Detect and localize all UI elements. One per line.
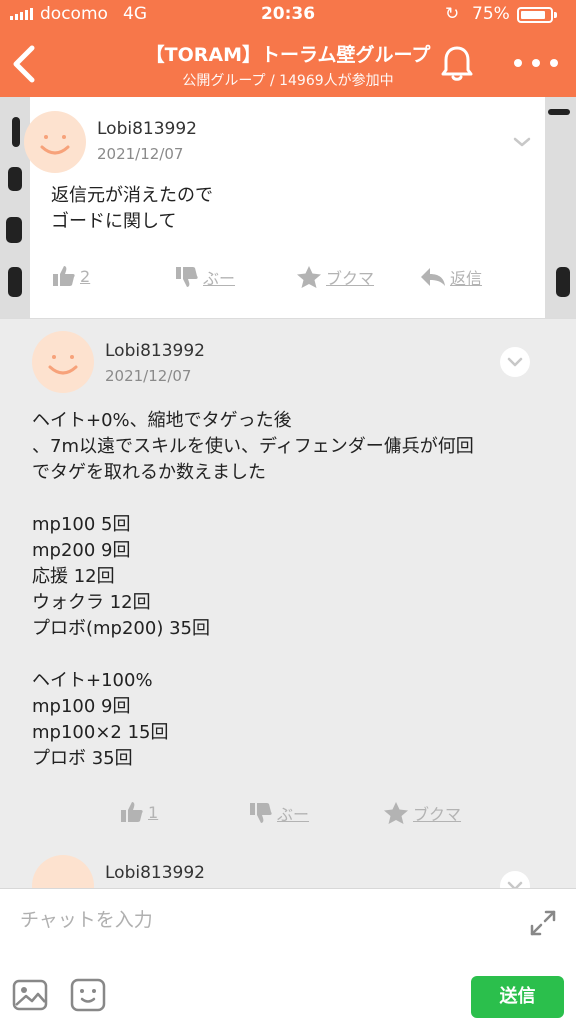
rotation-lock-icon: ↻ — [445, 4, 460, 24]
chevron-down-icon[interactable] — [500, 347, 530, 377]
message-card: Lobi813992 2021/12/07 ヘイト+0%、縮地でタゲった後 、7… — [0, 318, 576, 858]
group-title: 【TORAM】トーラム壁グループ — [145, 44, 431, 66]
username[interactable]: Lobi813992 — [105, 341, 205, 361]
bookmark-button[interactable]: ブクマ — [383, 801, 461, 825]
reply-label: 返信 — [450, 269, 483, 288]
star-icon — [384, 802, 408, 824]
message-card: Lobi813992 2021/12/07 返信元が消えたので ゴードに関して … — [24, 97, 545, 318]
group-subtitle: 公開グループ / 14969人が参加中 — [182, 73, 394, 89]
send-button[interactable]: 送信 — [471, 976, 564, 1018]
avatar[interactable] — [24, 111, 86, 173]
username[interactable]: Lobi813992 — [97, 119, 197, 139]
chat-input-bar: チャットを入力 送信 — [0, 888, 576, 1024]
message-text: ヘイト+0%、縮地でタゲった後 、7m以遠でスキルを使い、ディフェンダー傭兵が何… — [32, 410, 474, 769]
star-icon — [297, 266, 321, 288]
reply-icon — [421, 268, 445, 286]
back-icon[interactable] — [10, 44, 40, 84]
expand-icon[interactable] — [529, 909, 557, 937]
avatar[interactable] — [32, 331, 94, 393]
thumb-down-icon — [250, 803, 272, 823]
reply-button[interactable]: 返信 — [420, 265, 482, 289]
bookmark-label: ブクマ — [326, 269, 375, 288]
thumb-up-icon — [121, 802, 143, 822]
bookmark-label: ブクマ — [413, 805, 462, 824]
message-actions: 1 ぶー ブクマ — [0, 801, 576, 827]
boo-button[interactable]: ぶー — [175, 265, 235, 289]
bookmark-button[interactable]: ブクマ — [296, 265, 374, 289]
emoji-icon[interactable] — [70, 977, 106, 1013]
image-icon[interactable] — [12, 977, 48, 1013]
boo-button[interactable]: ぶー — [249, 801, 309, 825]
more-icon[interactable] — [514, 48, 558, 78]
app-header: docomo 4G 20:36 ↻ 75% 【TORAM】トーラム壁グループ 公… — [0, 0, 576, 97]
status-bar: docomo 4G 20:36 ↻ 75% — [0, 0, 576, 30]
battery-icon — [517, 7, 557, 23]
post-date: 2021/12/07 — [97, 145, 184, 163]
message-actions: 2 ぶー ブクマ 返信 — [30, 265, 545, 291]
boo-label: ぶー — [203, 269, 236, 288]
group-title-block[interactable]: 【TORAM】トーラム壁グループ 公開グループ / 14969人が参加中 — [100, 40, 476, 90]
like-button[interactable]: 2 — [52, 265, 90, 287]
chevron-down-icon[interactable] — [507, 127, 537, 157]
like-count: 2 — [80, 266, 91, 286]
like-button[interactable]: 1 — [120, 801, 158, 823]
chat-input[interactable]: チャットを入力 — [20, 905, 153, 932]
bell-icon[interactable] — [438, 42, 476, 82]
battery-percent: 75% — [472, 4, 510, 24]
thumb-up-icon — [53, 266, 75, 286]
post-date: 2021/12/07 — [105, 367, 192, 385]
message-text: 返信元が消えたので ゴードに関して — [51, 185, 213, 232]
username[interactable]: Lobi813992 — [105, 863, 205, 883]
boo-label: ぶー — [277, 805, 310, 824]
like-count: 1 — [148, 802, 159, 822]
thumb-down-icon — [176, 267, 198, 287]
